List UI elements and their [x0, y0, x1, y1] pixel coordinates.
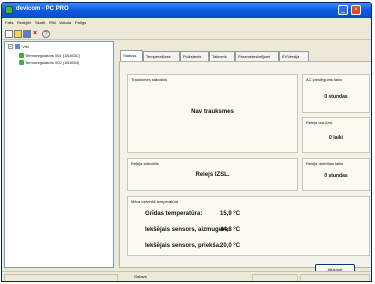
front-sensor-label: Iekšējais sensors, priekša: [145, 243, 222, 249]
relay-status-value: Relejs IZSL. [195, 172, 230, 178]
tab-temperatures[interactable]: Temperatūras [143, 51, 180, 61]
app-icon [5, 6, 13, 14]
status-panel: Trauksmes stāvoklis Nav trauksmes AC pie… [119, 61, 371, 276]
temperature-box: Mēra uztvertā temperatūra Grīdas tempera… [127, 196, 370, 256]
title-bar[interactable]: devicom - PC PRO _ × [2, 3, 371, 18]
tree-root[interactable]: − Visi [8, 44, 29, 50]
menu-tools[interactable]: Rīki [49, 20, 56, 25]
save-icon[interactable] [23, 30, 31, 38]
minimize-icon[interactable]: _ [338, 5, 348, 15]
help-icon[interactable]: ? [42, 30, 50, 38]
menu-help[interactable]: Palīgs [75, 20, 86, 25]
rear-sensor-value: 44,8 °C [220, 227, 241, 233]
thermostat-icon [19, 53, 24, 59]
relay-hours-box: Releja darbības laiks 0 stundas [302, 158, 370, 191]
tree-item-label: Termoregulators 001 (1B163C) [25, 53, 80, 58]
alarm-status-box: Trauksmes stāvoklis Nav trauksmes [127, 74, 298, 153]
new-icon[interactable] [5, 30, 13, 38]
floor-temp-label: Grīdas temperatūra: [145, 211, 203, 217]
tab-version[interactable]: EVVersija [279, 51, 309, 61]
ac-time-box: AC pieslēgums laiks 0 stundas [302, 74, 370, 113]
tab-status[interactable]: Statuss [120, 50, 143, 61]
tree-root-label: Visi [22, 44, 29, 49]
collapse-icon[interactable]: − [8, 44, 13, 50]
tab-parameters[interactable]: Parametestatījumi [235, 51, 279, 61]
toolbar: × ? [2, 27, 371, 40]
menu-view[interactable]: Skatīt [35, 20, 45, 25]
relay-hours-label: Releja darbības laiks [306, 161, 344, 166]
app-window: devicom - PC PRO _ × Fails Rediģēt Skatī… [1, 2, 372, 282]
open-icon[interactable] [14, 30, 22, 38]
tree-item-device-001[interactable]: Termoregulators 001 (1B163C) [19, 53, 80, 59]
menu-file[interactable]: Fails [5, 20, 13, 25]
alarm-status-label: Trauksmes stāvoklis [131, 77, 168, 82]
menu-bar: Fails Rediģēt Skatīt Rīki Valoda Palīgs [2, 18, 371, 27]
rear-sensor-label: Iekšējais sensors, aizmugure: [145, 227, 231, 233]
relay-hours-value: 0 stundas [324, 173, 348, 179]
status-cell-right [300, 274, 370, 281]
relay-status-box: Releja stāvoklis Relejs IZSL. [127, 158, 298, 191]
thermostat-icon [19, 60, 24, 66]
relay-status-label: Releja stāvoklis [131, 161, 159, 166]
delete-icon[interactable]: × [33, 30, 41, 38]
tab-clock[interactable]: Pulkstenis [180, 51, 209, 61]
alarm-status-value: Nav trauksmes [191, 109, 234, 115]
ac-time-value: 0 stundas [324, 94, 348, 100]
relay-off-label: Releja izsl.ilzsl. [306, 120, 334, 125]
relay-off-box: Releja izsl.ilzsl. 0 laiki [302, 117, 370, 153]
tree-item-label: Termoregulators 002 (1B1654) [25, 60, 80, 65]
close-icon[interactable]: × [351, 5, 361, 15]
menu-language[interactable]: Valoda [59, 20, 71, 25]
device-tree[interactable]: − Visi Termoregulators 001 (1B163C) Term… [4, 41, 114, 268]
menu-edit[interactable]: Rediģēt [17, 20, 31, 25]
status-cell-left [4, 274, 118, 281]
front-sensor-value: 20,0 °C [220, 243, 241, 249]
status-text: Gatavs [134, 274, 147, 279]
relay-off-value: 0 laiki [329, 135, 343, 141]
network-icon [15, 44, 21, 50]
temperature-box-label: Mēra uztvertā temperatūra [131, 199, 179, 204]
tab-timer[interactable]: Taimeris [209, 51, 235, 61]
ac-time-label: AC pieslēgums laiks [306, 77, 343, 82]
window-title: devicom - PC PRO [16, 6, 69, 12]
status-cell-mid [252, 274, 298, 281]
floor-temp-value: 15,9 °C [220, 211, 241, 217]
tree-item-device-002[interactable]: Termoregulators 002 (1B1654) [19, 60, 80, 66]
status-bar: Gatavs [2, 271, 371, 281]
